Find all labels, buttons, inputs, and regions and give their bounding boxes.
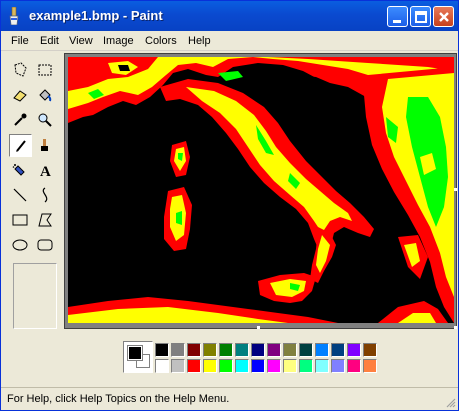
menu-file[interactable]: File — [11, 35, 29, 47]
pencil-tool[interactable] — [9, 134, 32, 157]
palette-swatch[interactable] — [299, 359, 313, 373]
ellipse-icon — [12, 239, 28, 251]
palette-swatch[interactable] — [187, 343, 201, 357]
polygon-icon — [38, 213, 52, 227]
close-button[interactable] — [433, 6, 454, 27]
palette-swatch[interactable] — [171, 343, 185, 357]
status-text: For Help, click Help Topics on the Help … — [7, 393, 230, 405]
maximize-button[interactable] — [410, 6, 431, 27]
pick-color-tool[interactable] — [9, 109, 32, 132]
menu-image[interactable]: Image — [103, 35, 134, 47]
palette-swatch[interactable] — [235, 343, 249, 357]
palette-swatch[interactable] — [267, 359, 281, 373]
italy-elevation-map — [68, 57, 454, 323]
paint-window: example1.bmp - Paint File Edit View Imag… — [0, 0, 459, 411]
palette-swatch[interactable] — [299, 343, 313, 357]
palette-swatch[interactable] — [315, 359, 329, 373]
palette-swatch[interactable] — [363, 359, 377, 373]
palette-swatch[interactable] — [171, 359, 185, 373]
line-tool[interactable] — [9, 184, 32, 207]
palette-swatch[interactable] — [267, 343, 281, 357]
eraser-tool[interactable] — [9, 84, 32, 107]
title-bar[interactable]: example1.bmp - Paint — [1, 1, 458, 31]
free-form-select-icon — [14, 62, 27, 77]
brush-icon — [41, 139, 48, 151]
select-tool[interactable] — [34, 59, 57, 82]
resize-handle-corner[interactable] — [454, 326, 457, 329]
text-icon: A — [40, 164, 51, 178]
rounded-rectangle-icon — [37, 239, 53, 251]
status-bar: For Help, click Help Topics on the Help … — [1, 387, 458, 410]
canvas-area — [64, 53, 457, 329]
image-canvas[interactable] — [68, 57, 454, 323]
minimize-icon — [393, 20, 401, 23]
resize-handle-right[interactable] — [454, 188, 457, 191]
palette-swatch[interactable] — [347, 343, 361, 357]
minimize-button[interactable] — [387, 6, 408, 27]
line-icon — [13, 188, 27, 202]
menu-view[interactable]: View — [69, 35, 93, 47]
palette-swatch[interactable] — [219, 359, 233, 373]
ellipse-tool[interactable] — [9, 234, 32, 257]
paint-bucket-icon — [39, 89, 52, 102]
curve-icon — [42, 187, 48, 203]
rectangle-icon — [12, 214, 28, 226]
palette-swatch[interactable] — [283, 343, 297, 357]
close-icon — [439, 12, 449, 22]
palette-swatch[interactable] — [347, 359, 361, 373]
magnifier-icon — [38, 113, 52, 127]
tool-options-box[interactable] — [13, 263, 57, 329]
palette-swatch[interactable] — [331, 359, 345, 373]
palette-swatch[interactable] — [251, 359, 265, 373]
rounded-rectangle-tool[interactable] — [34, 234, 57, 257]
menu-colors[interactable]: Colors — [145, 35, 177, 47]
foreground-color-swatch[interactable] — [127, 345, 143, 361]
airbrush-icon — [12, 164, 25, 176]
resize-grip-icon[interactable] — [444, 396, 456, 408]
palette-swatch[interactable] — [251, 343, 265, 357]
free-form-select-tool[interactable] — [9, 59, 32, 82]
brush-tool[interactable] — [34, 134, 57, 157]
fill-tool[interactable] — [34, 84, 57, 107]
palette-swatch[interactable] — [235, 359, 249, 373]
palette-swatch[interactable] — [363, 343, 377, 357]
svg-text:A: A — [40, 164, 51, 178]
select-icon — [38, 64, 52, 76]
airbrush-tool[interactable] — [9, 159, 32, 182]
palette-swatch[interactable] — [315, 343, 329, 357]
menu-help[interactable]: Help — [188, 35, 211, 47]
palette-swatch[interactable] — [155, 343, 169, 357]
eyedropper-icon — [14, 113, 27, 126]
color-box — [1, 331, 458, 385]
palette-swatch[interactable] — [331, 343, 345, 357]
maximize-icon — [415, 11, 427, 23]
palette-swatch[interactable] — [155, 359, 169, 373]
magnifier-tool[interactable] — [34, 109, 57, 132]
palette-swatch[interactable] — [203, 343, 217, 357]
curve-tool[interactable] — [34, 184, 57, 207]
menu-edit[interactable]: Edit — [40, 35, 59, 47]
palette-swatch[interactable] — [187, 359, 201, 373]
polygon-tool[interactable] — [34, 209, 57, 232]
window-title: example1.bmp - Paint — [29, 8, 163, 23]
palette-swatch[interactable] — [283, 359, 297, 373]
paint-app-icon — [9, 7, 19, 25]
eraser-icon — [13, 90, 27, 102]
rectangle-tool[interactable] — [9, 209, 32, 232]
palette-swatch[interactable] — [219, 343, 233, 357]
pencil-icon — [16, 140, 26, 152]
palette-swatch[interactable] — [203, 359, 217, 373]
menu-bar: File Edit View Image Colors Help — [1, 31, 458, 51]
resize-handle-bottom[interactable] — [257, 326, 260, 329]
current-colors[interactable] — [123, 341, 153, 373]
text-tool[interactable]: A — [34, 159, 57, 182]
